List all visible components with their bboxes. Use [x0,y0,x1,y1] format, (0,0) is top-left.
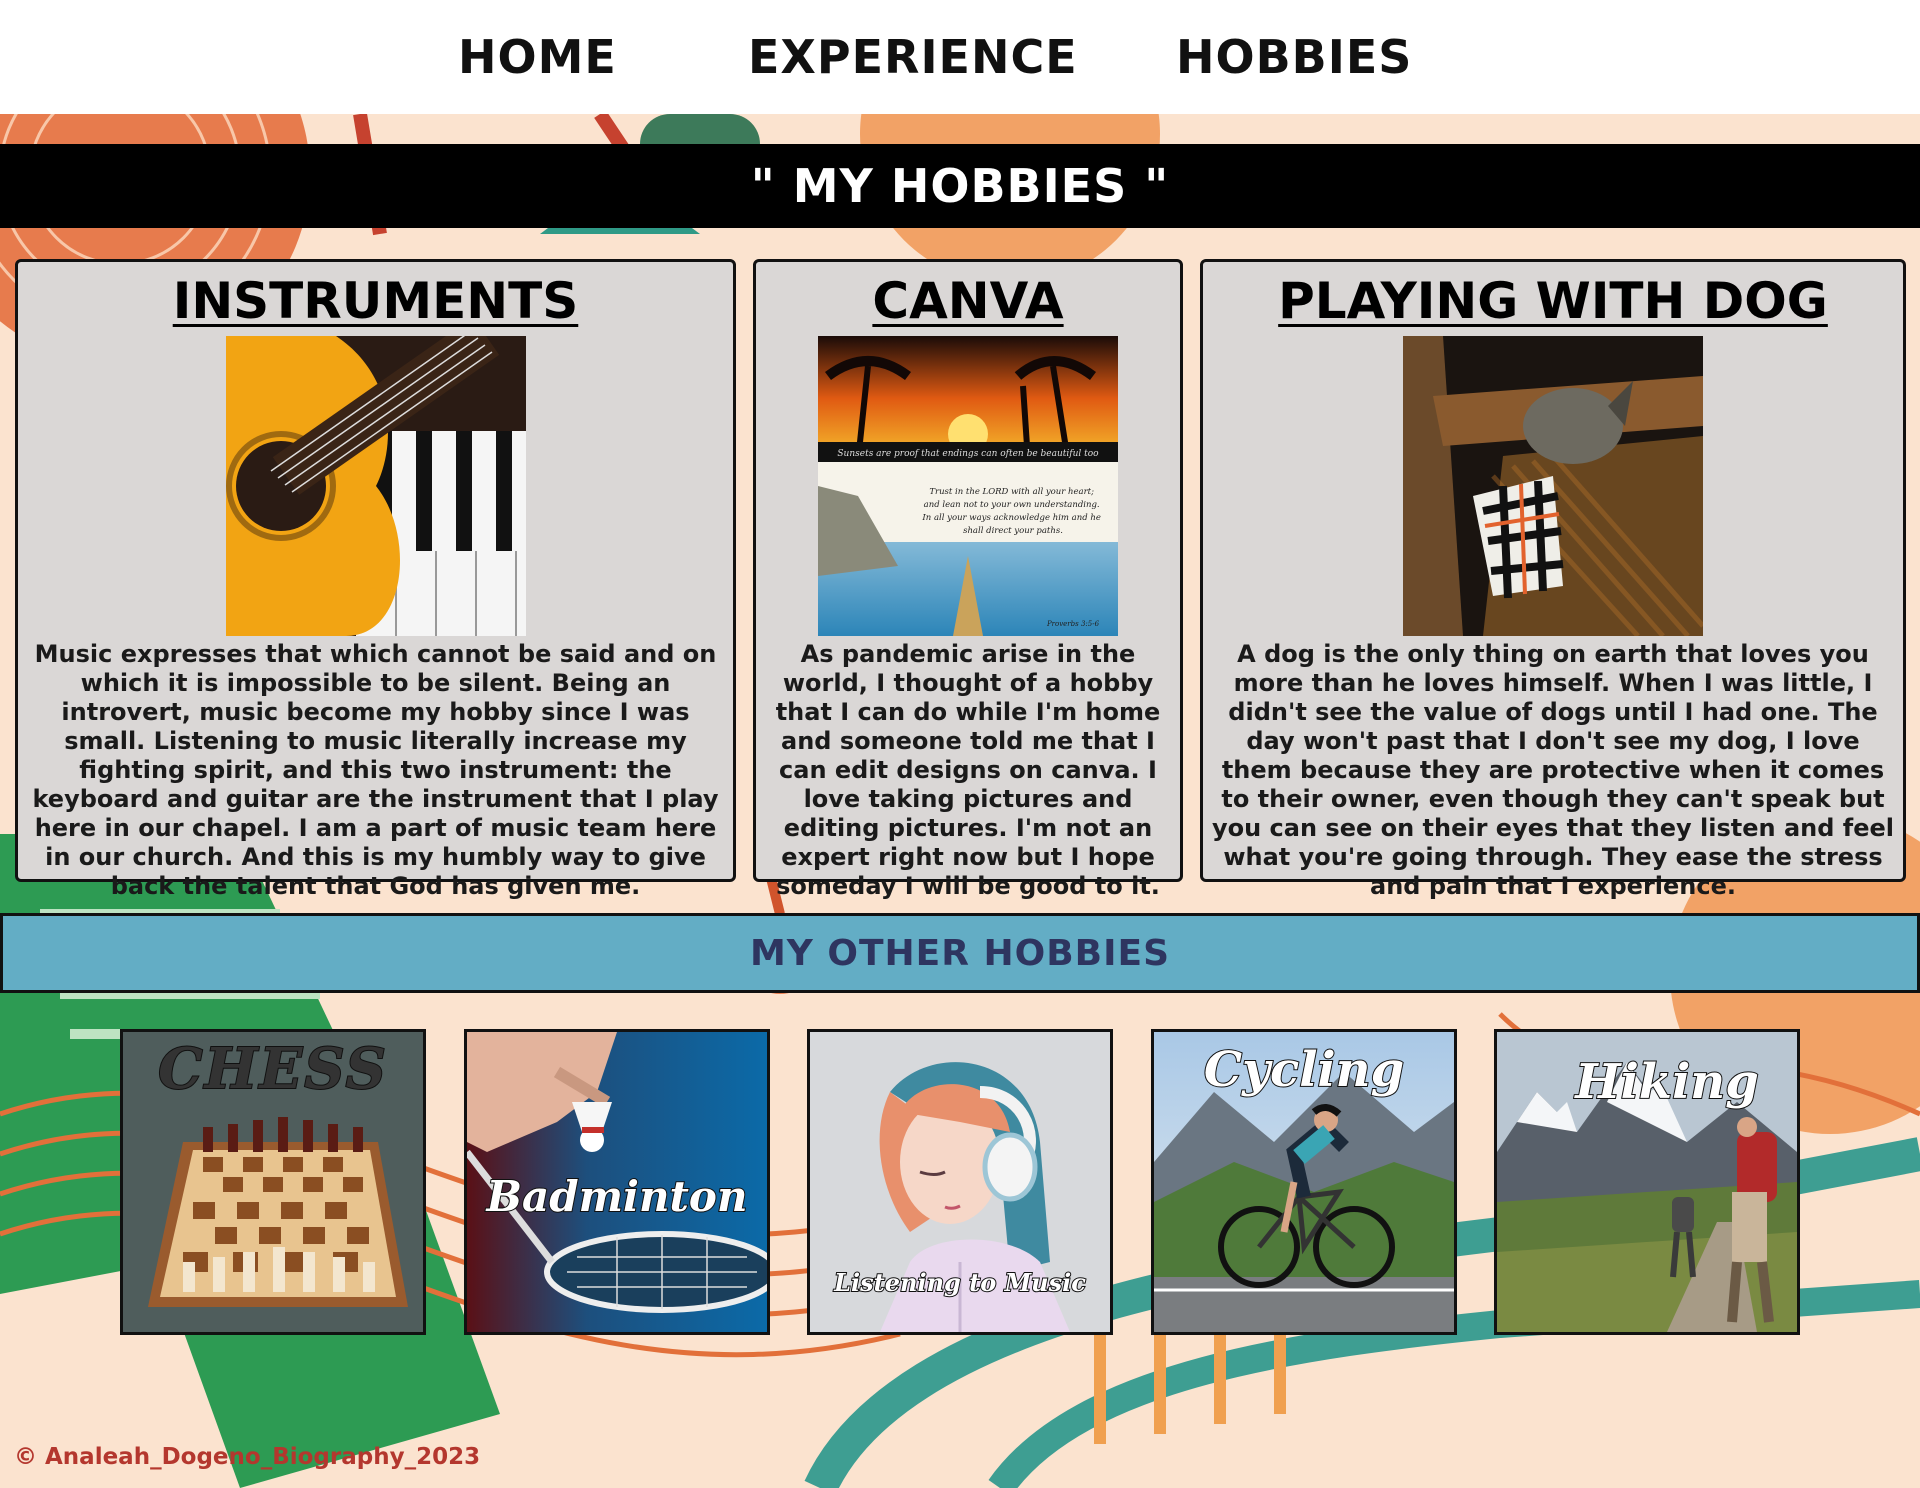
nav-experience-link[interactable]: EXPERIENCE [748,30,1078,84]
canva-image-caption: Sunsets are proof that endings can often… [837,449,1099,459]
other-hobby-label: Listening to Music [833,1267,1087,1298]
hobby-card-description: Music expresses that which cannot be sai… [32,640,719,900]
guitar-piano-image [225,336,526,636]
hobby-card-title: INSTRUMENTS [172,272,579,330]
other-hobby-label: Cycling [1203,1041,1405,1099]
canva-edit-image: Sunsets are proof that endings can often… [818,336,1118,636]
copyright-footer: © Analeah_Dogeno_Biography_2023 [14,1444,481,1470]
other-hobby-label: Hiking [1574,1053,1760,1111]
other-hobby-label: CHESS [157,1035,388,1103]
nav-home-link[interactable]: HOME [458,30,617,84]
other-hobby-hiking: Hiking [1494,1029,1800,1335]
hobby-card-canva-editing: CANVA EDITING Sunsets are proof that end… [753,259,1183,900]
other-hobby-label: Badminton [486,1171,749,1222]
top-navbar: HOME EXPERIENCE HOBBIES [0,0,1920,114]
other-hobby-chess: CHESS [120,1029,426,1335]
hobby-card-description: As pandemic arise in the world, I though… [775,640,1161,900]
other-hobby-badminton: Badminton [464,1029,770,1335]
hobby-card-instruments: INSTRUMENTS Music expresses that which c… [15,259,736,900]
hobby-card-description: A dog is the only thing on earth that lo… [1211,640,1895,900]
other-hobby-cycling: Cycling [1151,1029,1457,1335]
my-other-hobbies-bar: MY OTHER HOBBIES [0,913,1920,993]
other-hobby-listening-to-music: Listening to Music [807,1029,1113,1335]
dog-photo-image [1403,336,1703,636]
canva-image-reference: Proverbs 3:5-6 [1046,620,1100,628]
hobby-card-title: PLAYING WITH DOG [1278,272,1828,330]
my-hobbies-title-bar: " MY HOBBIES " [0,144,1920,228]
nav-hobbies-link[interactable]: HOBBIES [1176,30,1412,84]
hobby-card-playing-with-dog: PLAYING WITH DOG A dog is the only thing… [1200,259,1906,900]
